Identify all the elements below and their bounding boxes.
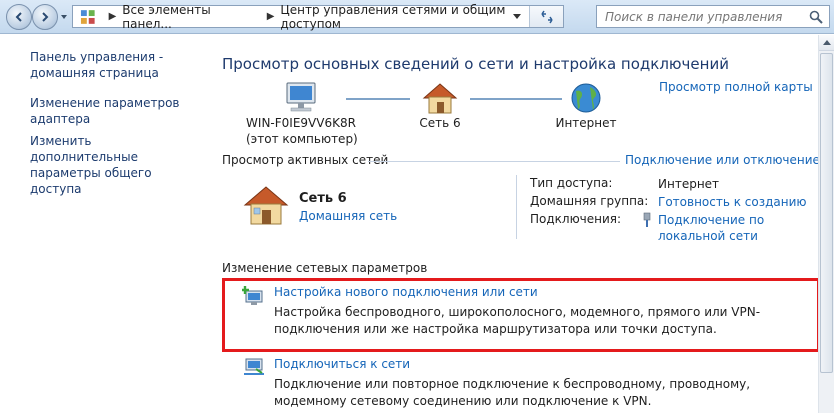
arrow-right-icon — [42, 12, 49, 22]
connection-link[interactable]: Подключение по локальной сети — [658, 212, 764, 244]
map-network-node[interactable]: Сеть 6 — [408, 81, 472, 131]
search-input[interactable] — [605, 9, 805, 24]
home-network-icon — [422, 83, 458, 114]
connect-network-icon — [244, 358, 264, 375]
chevron-right-icon: ▶ — [108, 11, 117, 22]
divider — [516, 175, 517, 239]
address-dropdown-button[interactable] — [509, 6, 525, 27]
map-link-line — [346, 98, 410, 100]
active-network-name: Сеть 6 — [299, 191, 347, 206]
refresh-icon — [540, 10, 553, 23]
page-title: Просмотр основных сведений о сети и наст… — [222, 55, 729, 73]
scroll-thumb[interactable] — [820, 53, 833, 373]
map-computer-node[interactable]: WIN-F0IE9VV6K8R (этот компьютер) — [246, 81, 358, 147]
connections-label: Подключения: — [530, 212, 622, 226]
home-network-icon — [243, 186, 289, 225]
computer-icon — [286, 82, 316, 112]
internet-label: Интернет — [555, 116, 617, 130]
computer-name: WIN-F0IE9VV6K8R — [246, 116, 356, 130]
connect-network-link[interactable]: Подключиться к сети — [274, 357, 410, 371]
back-button[interactable] — [6, 4, 32, 30]
divider — [368, 161, 620, 162]
main-content: Просмотр основных сведений о сети и наст… — [208, 35, 820, 413]
sidebar-item-control-panel-home[interactable]: Панель управления - домашняя страница — [30, 49, 200, 81]
connect-network-desc: Подключение или повторное подключение к … — [274, 377, 751, 408]
full-map-link[interactable]: Просмотр полной карты — [659, 80, 813, 94]
connect-disconnect-link[interactable]: Подключение или отключение — [625, 153, 820, 167]
ethernet-icon — [643, 212, 651, 227]
connection-link-line2: локальной сети — [658, 229, 758, 243]
map-internet-node[interactable]: Интернет — [554, 81, 618, 131]
address-bar: ▶ Все элементы панел... ▶ Центр управлен… — [0, 0, 834, 34]
breadcrumb[interactable]: ▶ Все элементы панел... ▶ Центр управлен… — [72, 3, 564, 31]
connection-link-line1: Подключение по — [658, 213, 765, 227]
change-settings-title: Изменение сетевых параметров — [222, 261, 428, 275]
search-box[interactable] — [596, 5, 830, 28]
network-label: Сеть 6 — [419, 116, 461, 130]
access-type-label: Тип доступа: — [530, 176, 613, 190]
refresh-button[interactable] — [529, 6, 563, 27]
network-type-link[interactable]: Домашняя сеть — [299, 209, 397, 223]
homegroup-label: Домашняя группа: — [530, 194, 649, 208]
arrow-left-icon — [15, 12, 22, 22]
task-connect-network: Подключиться к сети Подключение или повт… — [274, 357, 814, 410]
computer-sub: (этот компьютер) — [246, 132, 358, 146]
sidebar-item-sharing-settings[interactable]: Изменить дополнительные параметры общего… — [30, 133, 200, 197]
control-panel-icon — [80, 9, 95, 24]
sidebar-item-adapter-settings[interactable]: Изменение параметров адаптера — [30, 95, 200, 127]
left-pane: Панель управления - домашняя страница Из… — [0, 35, 208, 413]
forward-button[interactable] — [32, 4, 58, 30]
scroll-up-button[interactable] — [819, 35, 834, 51]
vertical-scrollbar[interactable] — [818, 35, 834, 413]
homegroup-link[interactable]: Готовность к созданию — [658, 194, 807, 210]
chevron-up-icon — [823, 39, 831, 45]
breadcrumb-item-all-panel[interactable]: Все элементы панел... — [122, 3, 260, 31]
globe-icon — [571, 83, 601, 113]
access-type-value: Интернет — [658, 177, 720, 191]
highlight-frame — [222, 278, 820, 352]
active-networks-title: Просмотр активных сетей — [222, 153, 389, 167]
chevron-down-icon — [513, 13, 521, 19]
search-icon[interactable] — [809, 10, 823, 24]
history-dropdown-icon[interactable] — [60, 12, 68, 22]
map-link-line — [470, 98, 562, 100]
chevron-right-icon: ▶ — [266, 11, 275, 22]
